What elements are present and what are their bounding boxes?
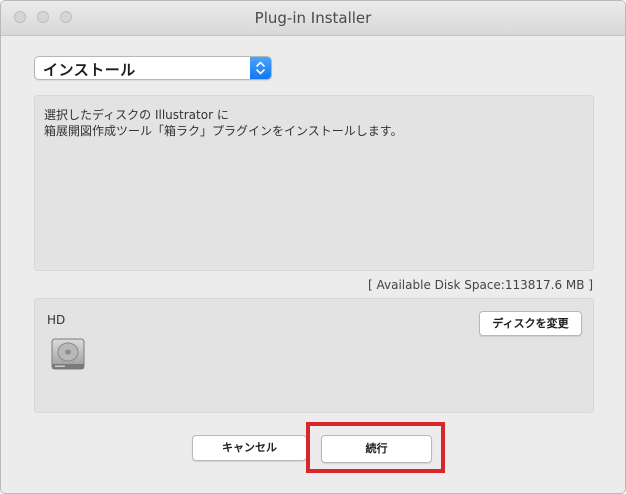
installer-window: Plug-in Installer インストール 選択したディスクの Illus…: [0, 0, 626, 494]
disk-name: HD: [47, 313, 66, 327]
cancel-button[interactable]: キャンセル: [192, 435, 307, 461]
available-disk-space: [ Available Disk Space:113817.6 MB ]: [368, 278, 593, 292]
disk-panel: HD ディスクを変更: [34, 298, 594, 413]
install-mode-select[interactable]: インストール: [34, 56, 272, 80]
title-bar[interactable]: Plug-in Installer: [1, 1, 625, 36]
window-title: Plug-in Installer: [254, 9, 372, 27]
description-line-1: 選択したディスクの Illustrator に: [44, 108, 229, 122]
highlight-box: [306, 422, 445, 473]
change-disk-button[interactable]: ディスクを変更: [479, 311, 582, 336]
hard-drive-icon[interactable]: [49, 337, 87, 373]
description-panel: 選択したディスクの Illustrator に 箱展開図作成ツール「箱ラク」プラ…: [34, 95, 594, 271]
install-mode-value: インストール: [43, 61, 136, 79]
updown-chevron-icon: [250, 57, 271, 79]
description-line-2: 箱展開図作成ツール「箱ラク」プラグインをインストールします。: [44, 124, 403, 138]
